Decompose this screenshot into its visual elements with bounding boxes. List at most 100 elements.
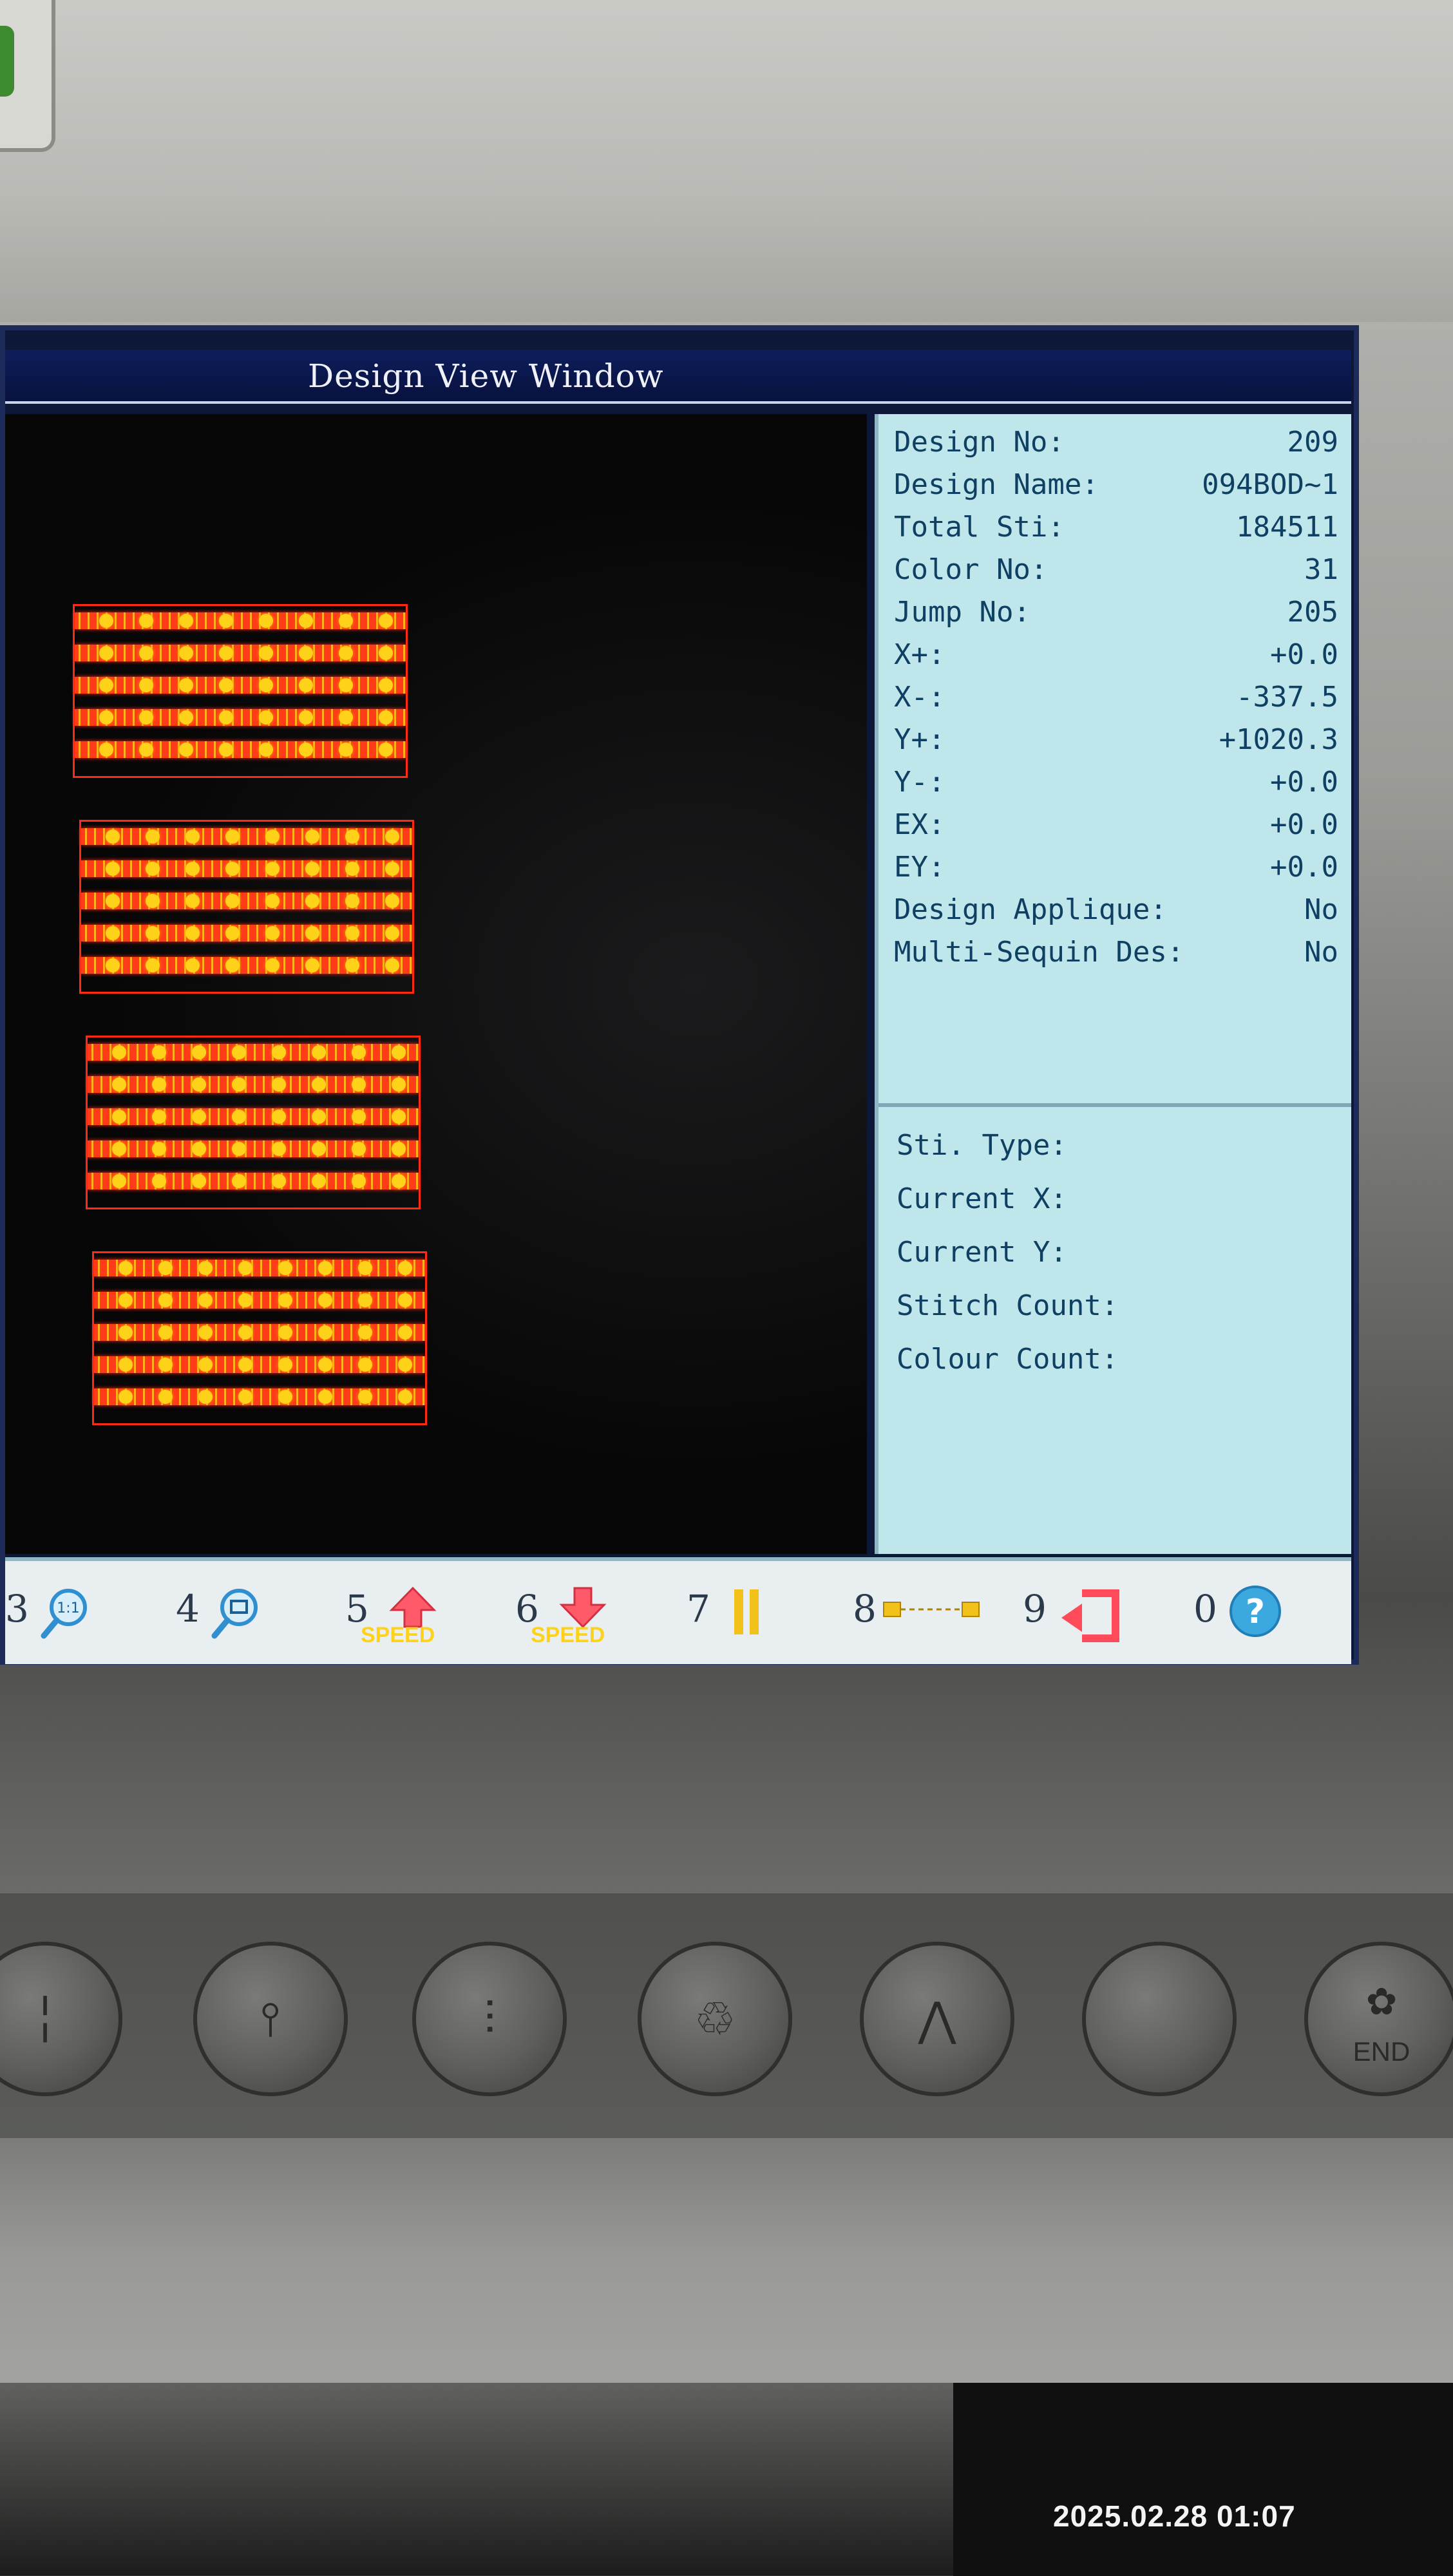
sequin-dot — [305, 894, 319, 908]
design-preview-canvas[interactable] — [5, 414, 867, 1554]
sequin-dot — [358, 1293, 372, 1307]
sequin-dot — [158, 1261, 173, 1275]
sequin-dot — [318, 1390, 332, 1404]
sequin-dot — [139, 646, 153, 660]
help-icon: ? — [1230, 1586, 1281, 1637]
stitch-stripe — [81, 957, 412, 974]
info-label: EY: — [894, 851, 945, 884]
sequin-dot — [272, 1174, 286, 1188]
fkey-9-return[interactable]: 9 — [1023, 1587, 1139, 1645]
sequin-dot — [278, 1261, 292, 1275]
sequin-dot — [312, 1110, 326, 1124]
sequin-dot — [192, 1110, 206, 1124]
sequin-dot — [146, 926, 160, 940]
machine-bezel-bottom — [0, 2138, 1453, 2383]
sequin-dot — [398, 1390, 412, 1404]
fkey-4-zoom-window[interactable]: 4 — [176, 1587, 279, 1645]
sequin-dot — [185, 829, 200, 844]
info-label: Total Sti: — [894, 511, 1065, 544]
fkey-6-speed-down[interactable]: 6 SPEED — [515, 1587, 644, 1647]
sequin-dot — [179, 678, 193, 692]
sequin-dot — [232, 1142, 246, 1156]
needle-multi-icon: ⫶ — [484, 1991, 495, 2045]
sequin-dot — [119, 1390, 133, 1404]
sequin-dot — [385, 894, 399, 908]
sequin-dot — [119, 1358, 133, 1372]
sequin-dot — [352, 1045, 366, 1059]
stitch-stripe — [81, 860, 412, 877]
info-label: Design Applique: — [894, 893, 1167, 926]
sequin-dot — [379, 743, 393, 757]
recycle-icon: ♲ — [694, 1992, 736, 2046]
stitch-stripe — [94, 1356, 425, 1373]
sequin-dot — [398, 1293, 412, 1307]
sequin-dot — [278, 1293, 292, 1307]
sequin-dot — [146, 958, 160, 972]
presser-foot-button[interactable]: ⋀ — [860, 1942, 1014, 2096]
sequin-dot — [278, 1325, 292, 1340]
fkey-5-speed-up[interactable]: 5 SPEED — [345, 1586, 474, 1647]
info-row: Y-: +0.0 — [894, 766, 1338, 804]
sequin-dot — [345, 958, 359, 972]
sequin-dot — [318, 1293, 332, 1307]
svg-text:?: ? — [1246, 1593, 1265, 1631]
info-row: X+: +0.0 — [894, 638, 1338, 677]
sequin-dot — [272, 1045, 286, 1059]
stitch-stripe — [81, 925, 412, 942]
sequin-dot — [339, 678, 353, 692]
sequin-dot — [198, 1293, 213, 1307]
sequin-dot — [238, 1325, 252, 1340]
sequin-dot — [99, 614, 113, 628]
sequin-dot — [106, 926, 120, 940]
status-label: Sti. Type: — [897, 1129, 1067, 1162]
sequin-dot — [299, 646, 313, 660]
info-value: +0.0 — [1270, 638, 1338, 671]
power-indicator-icon — [0, 26, 14, 97]
sequin-dot — [139, 614, 153, 628]
needle-select-button[interactable]: ╎ — [0, 1942, 122, 2096]
return-icon — [1061, 1589, 1119, 1642]
end-button[interactable]: ✿ END — [1304, 1942, 1453, 2096]
stitch-stripe — [75, 645, 406, 661]
sequin-dot — [146, 862, 160, 876]
speed-label: SPEED — [531, 1623, 605, 1647]
status-label: Colour Count: — [897, 1343, 1119, 1376]
sequin-dot — [179, 646, 193, 660]
design-block — [73, 604, 408, 778]
sequin-dot — [99, 710, 113, 724]
sequin-dot — [392, 1174, 406, 1188]
stitch-stripe — [75, 709, 406, 726]
sequin-dot — [219, 743, 233, 757]
design-block — [79, 820, 414, 994]
sequin-dot — [318, 1261, 332, 1275]
fkey-3-zoom-1to1[interactable]: 3 1:1 — [5, 1587, 108, 1645]
blank-button[interactable] — [1082, 1942, 1237, 2096]
info-row: Design No: 209 — [894, 426, 1338, 464]
needle-multi-button[interactable]: ⫶ — [412, 1942, 567, 2096]
stitch-stripe — [88, 1141, 419, 1157]
sequin-dot — [339, 614, 353, 628]
sequin-dot — [225, 894, 240, 908]
sequin-dot — [225, 958, 240, 972]
sequin-dot — [146, 894, 160, 908]
needle-1-button[interactable]: ⫯ — [193, 1942, 348, 2096]
sequin-dot — [225, 829, 240, 844]
speed-label: SPEED — [361, 1623, 435, 1647]
fkey-0-help[interactable]: 0 ? — [1193, 1586, 1303, 1645]
sequin-dot — [198, 1325, 213, 1340]
stitch-stripe — [94, 1324, 425, 1341]
sequin-dot — [112, 1174, 126, 1188]
recycle-button[interactable]: ♲ — [638, 1942, 792, 2096]
sequin-dot — [265, 926, 280, 940]
sequin-dot — [385, 862, 399, 876]
info-label: Color No: — [894, 553, 1048, 586]
fkey-7-pause[interactable]: 7 — [687, 1587, 790, 1645]
fkey-8-frame-move[interactable]: 8 — [853, 1587, 988, 1645]
sequin-dot — [379, 646, 393, 660]
info-row: X-: -337.5 — [894, 681, 1338, 719]
sequin-dot — [139, 710, 153, 724]
sequin-dot — [112, 1045, 126, 1059]
sequin-dot — [318, 1358, 332, 1372]
stitch-stripe — [88, 1108, 419, 1125]
sequin-dot — [99, 678, 113, 692]
